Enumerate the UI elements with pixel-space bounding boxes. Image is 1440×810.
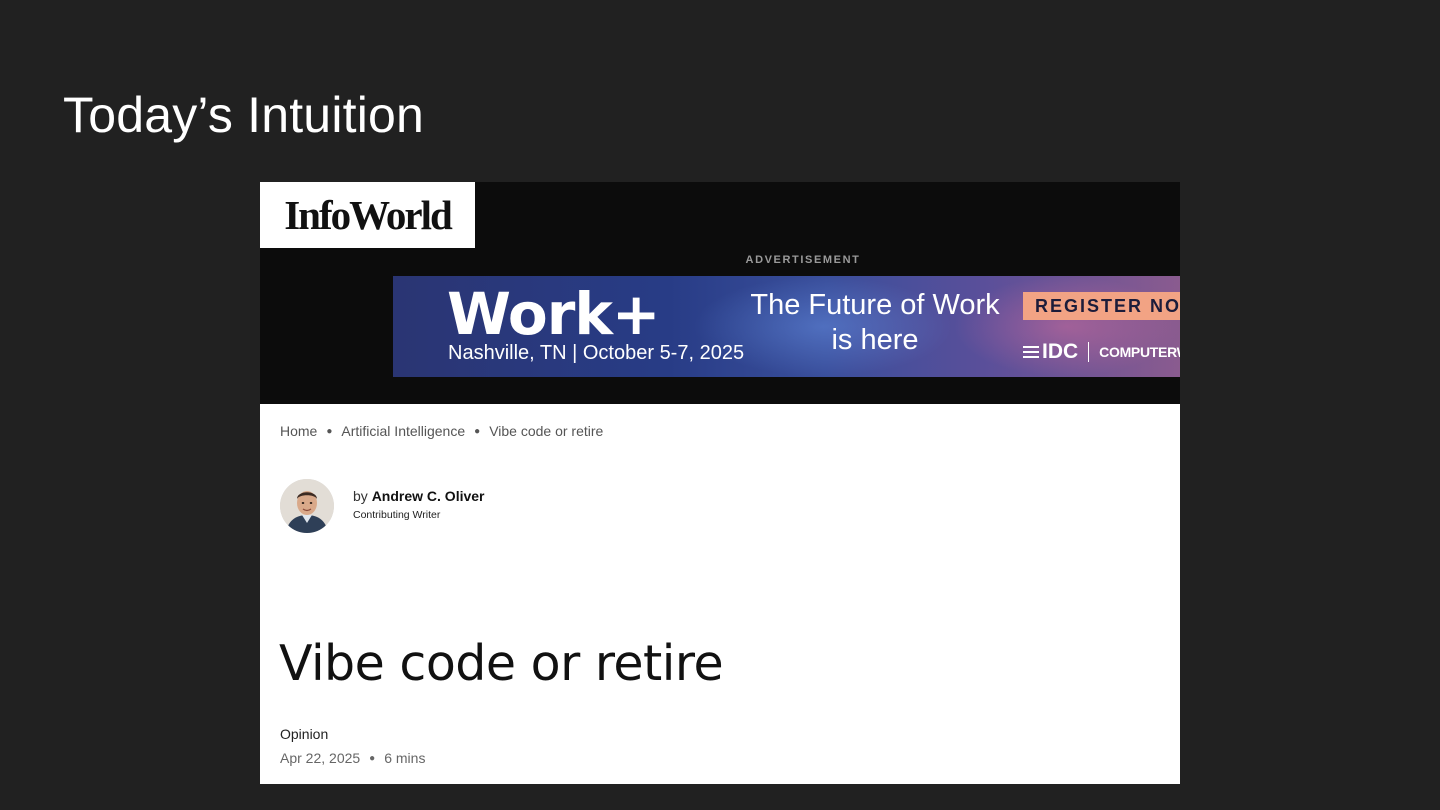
breadcrumb-separator: ● bbox=[474, 425, 481, 437]
presentation-slide: Today’s Intuition InfoWorld ADVERTISEMEN… bbox=[0, 0, 1440, 810]
byline: by Andrew C. Oliver bbox=[353, 488, 485, 504]
sponsor-divider bbox=[1088, 342, 1090, 362]
author-info: by Andrew C. Oliver Contributing Writer bbox=[353, 488, 485, 521]
sponsor-idc: IDC bbox=[1042, 340, 1079, 363]
idc-logo-icon bbox=[1023, 346, 1039, 358]
article-meta: Apr 22, 2025 ● 6 mins bbox=[280, 750, 425, 766]
breadcrumb-artificial-intelligence[interactable]: Artificial Intelligence bbox=[341, 423, 465, 439]
breadcrumb-separator: ● bbox=[326, 425, 333, 437]
site-logo[interactable]: InfoWorld bbox=[260, 182, 475, 248]
author-block: by Andrew C. Oliver Contributing Writer bbox=[280, 479, 485, 533]
breadcrumb-current: Vibe code or retire bbox=[489, 423, 604, 439]
article-screenshot: InfoWorld ADVERTISEMENT Work+ Nashville,… bbox=[260, 182, 1180, 784]
article-type: Opinion bbox=[280, 726, 329, 742]
author-role: Contributing Writer bbox=[353, 508, 441, 521]
advertisement-banner[interactable]: Work+ Nashville, TN | October 5-7, 2025 … bbox=[393, 276, 1180, 377]
byline-prefix: by bbox=[353, 487, 368, 504]
logo-text: InfoWorld bbox=[284, 192, 453, 238]
ad-tagline-line1: The Future of Work bbox=[750, 289, 1000, 321]
register-now-button[interactable]: REGISTER NOW bbox=[1023, 292, 1180, 320]
sponsor-computerworld: COMPUTERWORLD bbox=[1099, 344, 1180, 360]
ad-headline: Work+ bbox=[447, 280, 661, 348]
breadcrumb-home[interactable]: Home bbox=[280, 423, 317, 439]
author-avatar-photo bbox=[280, 479, 334, 533]
author-name-link[interactable]: Andrew C. Oliver bbox=[372, 488, 485, 504]
article-date: Apr 22, 2025 bbox=[280, 750, 361, 766]
ad-location: Nashville, TN | October 5-7, 2025 bbox=[448, 342, 745, 364]
advertisement-label: ADVERTISEMENT bbox=[745, 254, 861, 266]
site-header: InfoWorld ADVERTISEMENT Work+ Nashville,… bbox=[260, 182, 1180, 404]
article-read-time: 6 mins bbox=[384, 750, 426, 766]
article-title: Vibe code or retire bbox=[279, 635, 724, 692]
avatar[interactable] bbox=[280, 479, 334, 533]
breadcrumb: Home ● Artificial Intelligence ● Vibe co… bbox=[280, 423, 603, 439]
meta-separator: ● bbox=[369, 752, 376, 764]
slide-title: Today’s Intuition bbox=[63, 87, 425, 143]
ad-tagline-line2: is here bbox=[831, 324, 919, 356]
ad-sponsors: IDC COMPUTERWORLD bbox=[1023, 340, 1180, 364]
ad-tagline: The Future of Work is here bbox=[743, 288, 1007, 358]
